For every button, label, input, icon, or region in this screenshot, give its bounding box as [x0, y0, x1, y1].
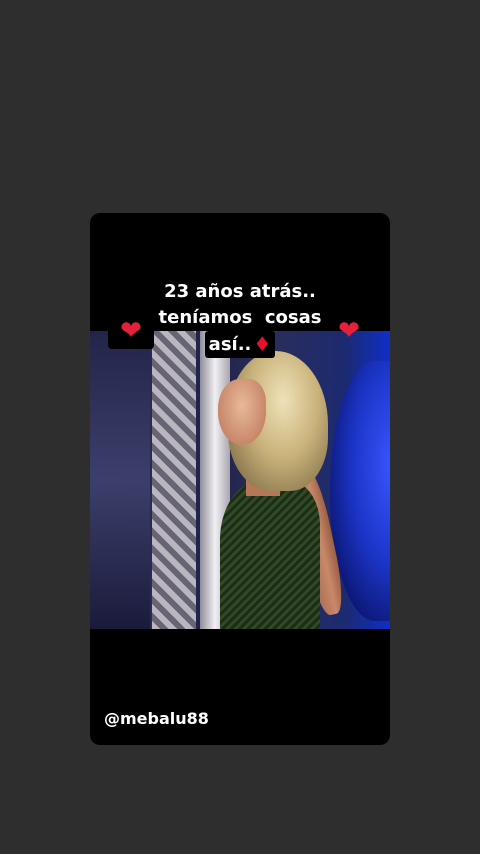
- caption-line-2: teníamos cosas: [158, 307, 322, 328]
- username-label[interactable]: @mebalu88: [104, 709, 209, 728]
- story-viewer: ❤ ❤ 23 años atrás.. teníamos cosas así..…: [0, 0, 480, 854]
- performer-face: [218, 379, 266, 445]
- caption-line-3: así..: [208, 334, 252, 355]
- caption-line-3-wrap: así.. ♦: [204, 331, 276, 358]
- story-caption: 23 años atrás.. teníamos cosas así.. ♦: [90, 279, 390, 358]
- story-card[interactable]: ❤ ❤ 23 años atrás.. teníamos cosas así..…: [90, 213, 390, 745]
- stage-zigzag-column: [152, 331, 196, 629]
- caption-line-1: 23 años atrás..: [164, 281, 316, 302]
- video-frame[interactable]: [90, 331, 390, 629]
- diamond-suit-icon: ♦: [253, 332, 272, 356]
- stage-backdrop: [90, 331, 150, 629]
- performer-dress: [220, 481, 320, 629]
- performer-figure: [208, 351, 349, 629]
